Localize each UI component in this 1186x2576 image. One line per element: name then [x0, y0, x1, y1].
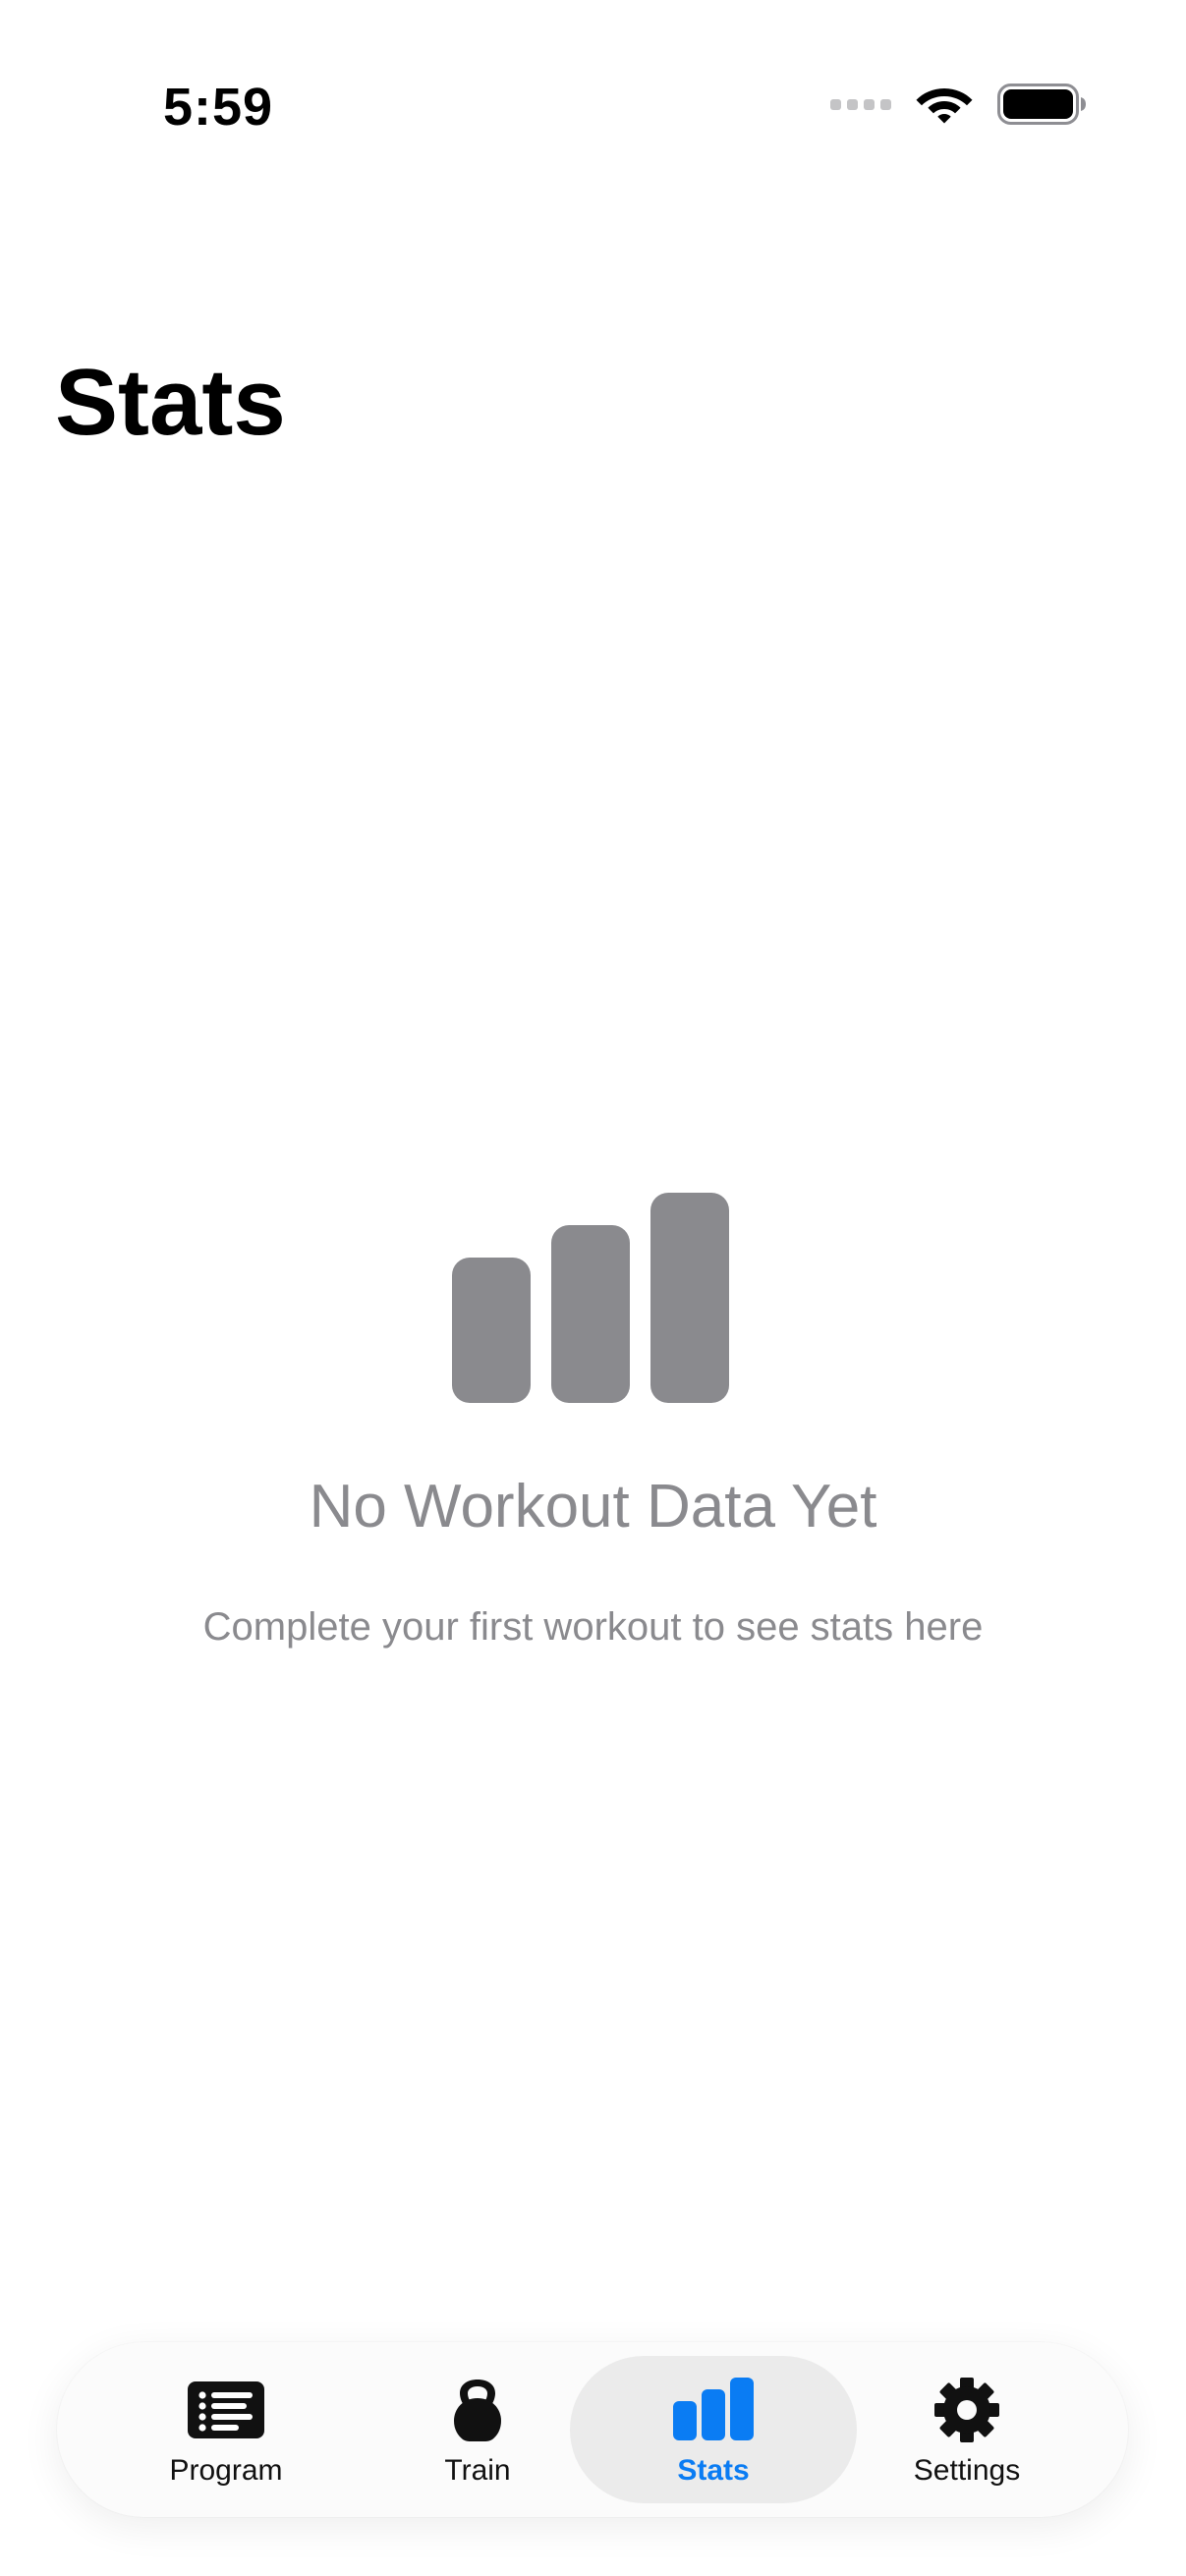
tab-settings[interactable]: Settings [823, 2356, 1110, 2503]
bar-chart-icon [673, 2378, 754, 2440]
bar-chart-icon [452, 1193, 729, 1403]
tab-label: Settings [913, 2454, 1021, 2487]
status-time: 5:59 [163, 78, 274, 137]
tab-bar: Program Train Stats Settings [57, 2342, 1128, 2517]
battery-icon [997, 84, 1086, 125]
tab-label: Stats [677, 2454, 750, 2487]
page-title: Stats [55, 350, 286, 455]
wifi-icon [916, 88, 973, 124]
gear-icon [934, 2378, 999, 2442]
list-icon [188, 2381, 264, 2438]
empty-state-subtitle: Complete your first workout to see stats… [202, 1605, 984, 1649]
empty-state-title: No Workout Data Yet [309, 1473, 877, 1540]
tab-label: Train [444, 2454, 511, 2487]
status-icons [830, 83, 1088, 126]
kettlebell-icon [454, 2380, 501, 2441]
tab-stats[interactable]: Stats [570, 2356, 857, 2503]
cellular-signal-icon [830, 98, 891, 110]
stats-screen: 5:59 Stats No Workout Data Yet Complete … [0, 0, 1186, 2576]
tab-label: Program [169, 2454, 283, 2487]
tab-program[interactable]: Program [83, 2356, 369, 2503]
